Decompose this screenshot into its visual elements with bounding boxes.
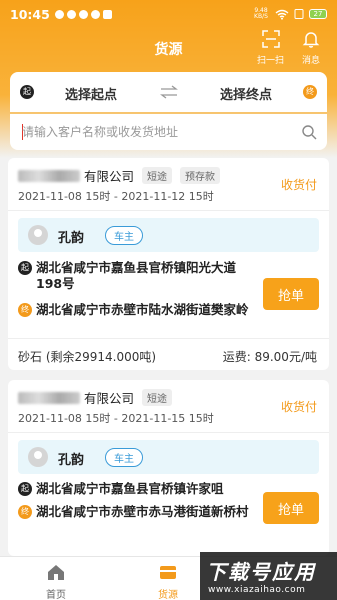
tab-home-label: 首页 xyxy=(46,590,66,600)
page-title: 货源 xyxy=(154,42,183,58)
watermark-title: 下载号应用 xyxy=(206,560,316,584)
payment-type: 收货付 xyxy=(280,400,317,414)
search-icon[interactable] xyxy=(301,124,317,140)
start-badge: 起 xyxy=(20,85,34,99)
end-badge: 终 xyxy=(18,303,32,317)
company-name: 有限公司 短途 xyxy=(18,388,173,407)
divider xyxy=(8,432,329,433)
route-selector: 起 选择起点 选择终点 终 xyxy=(10,72,327,112)
from-address-text: 湖北省咸宁市嘉鱼县官桥镇许家咀 xyxy=(36,481,224,496)
date-range: 2021-11-08 15时 - 2021-11-12 15时 xyxy=(18,190,214,203)
scan-icon xyxy=(261,30,280,48)
status-bar: 10:45 9.48 KB/S 27 xyxy=(0,0,337,28)
page-header: 货源 扫一扫 消息 xyxy=(0,28,337,66)
search-input[interactable] xyxy=(22,122,292,142)
notification-icons xyxy=(54,9,112,19)
to-address-text: 湖北省咸宁市赤壁市陆水湖街道樊家岭 xyxy=(36,302,249,317)
battery-icon: 27 xyxy=(309,9,327,19)
date-range: 2021-11-08 15时 - 2021-11-15 15时 xyxy=(18,412,214,425)
owner-name: 孔韵 xyxy=(58,453,85,468)
to-address: 终 湖北省咸宁市赤壁市赤马港街道新桥村 xyxy=(18,504,258,520)
divider xyxy=(8,210,329,211)
company-name-redacted xyxy=(18,391,80,404)
grab-order-button[interactable]: 抢单 xyxy=(263,278,319,310)
bell-icon xyxy=(302,32,320,48)
avatar xyxy=(28,225,48,245)
avatar xyxy=(28,447,48,467)
select-start-button[interactable]: 选择起点 xyxy=(65,84,117,103)
cloud-icon xyxy=(54,9,64,19)
tag-short-haul: 短途 xyxy=(142,167,173,184)
tag-prepaid: 预存款 xyxy=(180,167,221,184)
company-suffix: 有限公司 xyxy=(84,391,135,406)
scan-label: 扫一扫 xyxy=(257,56,285,66)
payment-type: 收货付 xyxy=(280,178,317,192)
tab-cargo[interactable]: 货源 xyxy=(138,563,198,600)
end-badge: 终 xyxy=(18,505,32,519)
cargo-icon xyxy=(160,566,176,579)
grab-order-button[interactable]: 抢单 xyxy=(263,492,319,524)
watermark-url: www.xiazaihao.com xyxy=(208,585,306,595)
start-badge: 起 xyxy=(18,482,32,496)
status-time: 10:45 xyxy=(10,6,50,22)
message-button[interactable]: 消息 xyxy=(302,30,320,66)
freight-fee: 运费: 89.00元/吨 xyxy=(222,350,317,364)
network-speed: 9.48 KB/S xyxy=(254,7,268,20)
owner-row: 孔韵 车主 xyxy=(18,440,319,474)
company-suffix: 有限公司 xyxy=(84,169,135,184)
start-badge: 起 xyxy=(18,261,32,275)
owner-name: 孔韵 xyxy=(58,231,85,246)
to-address: 终 湖北省咸宁市赤壁市陆水湖街道樊家岭 xyxy=(18,302,258,318)
wifi-icon xyxy=(275,9,289,20)
to-address-text: 湖北省咸宁市赤壁市赤马港街道新桥村 xyxy=(36,504,249,519)
company-name-redacted xyxy=(18,169,80,182)
message-label: 消息 xyxy=(302,56,321,66)
tab-cargo-label: 货源 xyxy=(158,590,178,600)
message-icon xyxy=(90,9,100,19)
owner-role-badge: 车主 xyxy=(105,448,143,467)
search-bar xyxy=(10,114,327,150)
end-badge: 终 xyxy=(303,85,317,99)
cargo-card[interactable]: 有限公司 短途 2021-11-08 15时 - 2021-11-15 15时 … xyxy=(8,380,329,556)
owner-role-badge: 车主 xyxy=(105,226,143,245)
scan-button[interactable]: 扫一扫 xyxy=(257,30,284,66)
app-icon xyxy=(102,9,112,19)
company-name: 有限公司 短途 预存款 xyxy=(18,166,221,185)
from-address: 起 湖北省咸宁市嘉鱼县官桥镇许家咀 xyxy=(18,481,258,497)
home-icon xyxy=(48,565,64,580)
cargo-info: 砂石 (剩余29914.000吨) xyxy=(18,350,157,364)
cargo-card[interactable]: 有限公司 短途 预存款 2021-11-08 15时 - 2021-11-12 … xyxy=(8,158,329,370)
watermark: 下载号应用 www.xiazaihao.com xyxy=(200,552,337,600)
status-right: 9.48 KB/S 27 xyxy=(252,8,327,20)
shield-icon xyxy=(78,9,88,19)
tag-short-haul: 短途 xyxy=(142,389,173,406)
tab-home[interactable]: 首页 xyxy=(26,563,86,600)
select-end-button[interactable]: 选择终点 xyxy=(220,84,272,103)
divider xyxy=(8,338,329,339)
from-address: 起 湖北省咸宁市嘉鱼县官桥镇阳光大道198号 xyxy=(18,260,258,292)
swap-icon[interactable] xyxy=(160,85,178,99)
owner-row: 孔韵 车主 xyxy=(18,218,319,252)
from-address-text: 湖北省咸宁市嘉鱼县官桥镇阳光大道198号 xyxy=(36,260,237,291)
sim-icon xyxy=(294,9,304,19)
notification-icon xyxy=(66,9,76,19)
